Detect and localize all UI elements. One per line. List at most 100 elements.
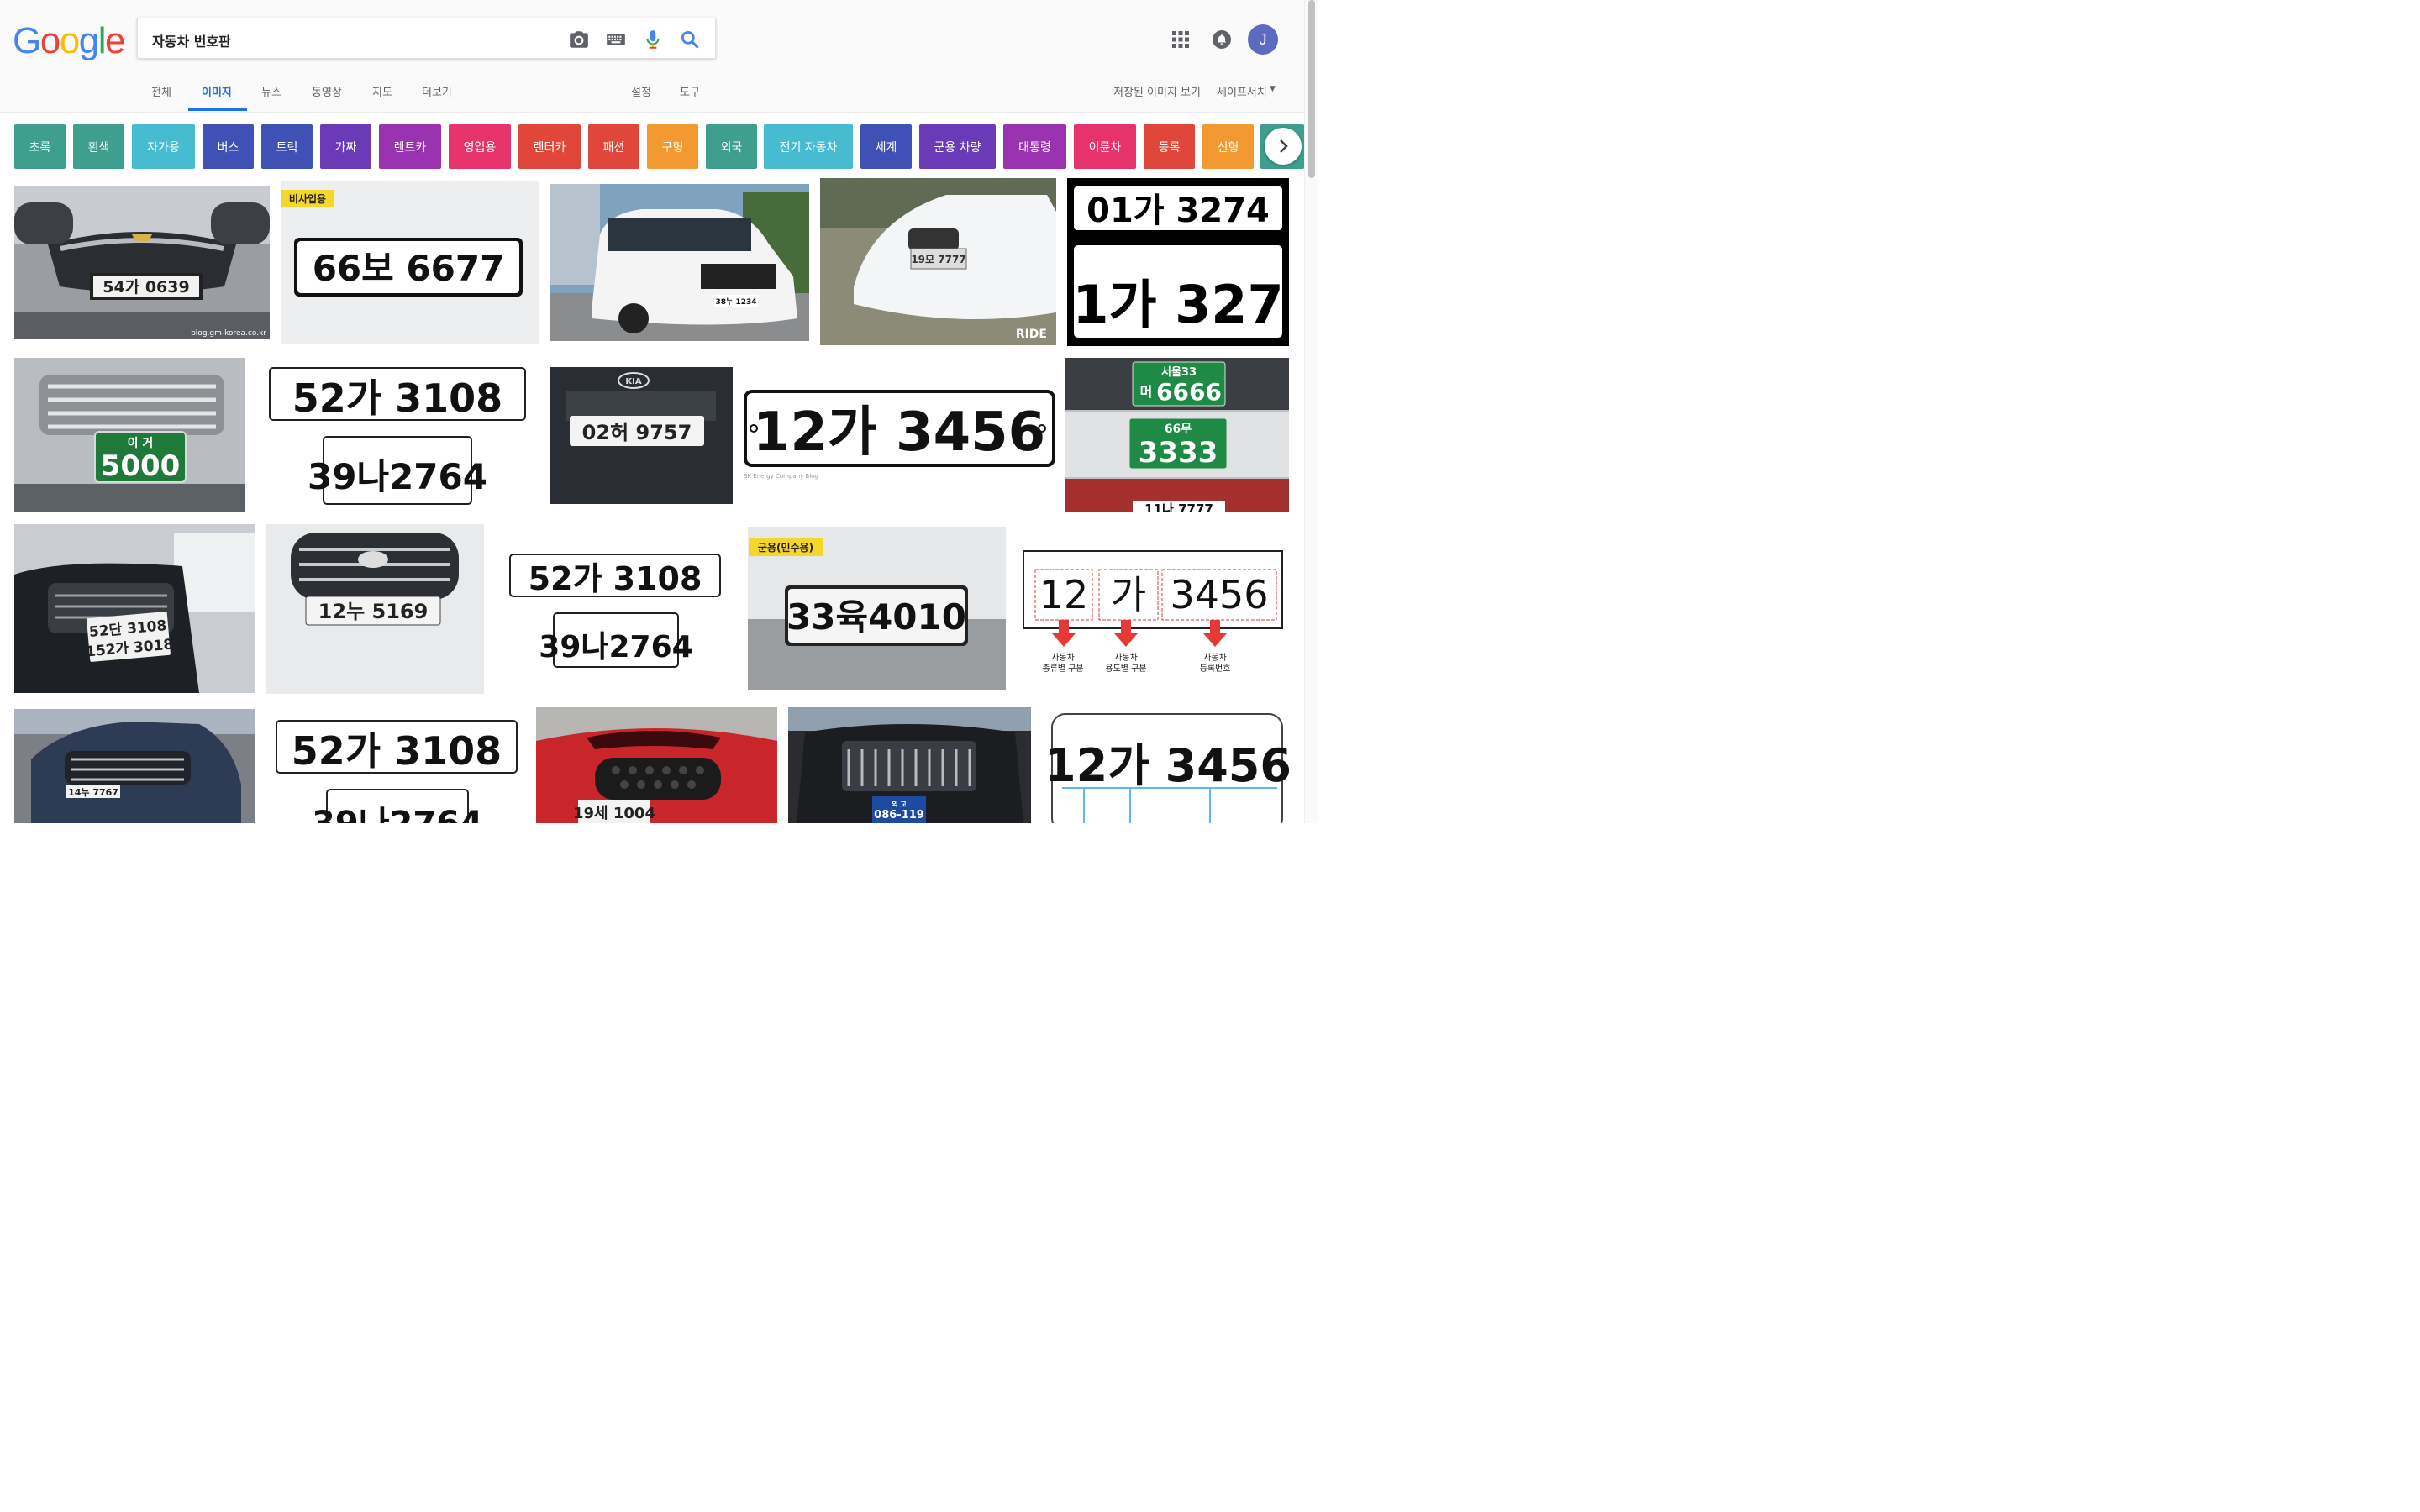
account-avatar[interactable]: J xyxy=(1248,24,1278,55)
tab-all[interactable]: 전체 xyxy=(151,83,171,99)
result-thumbnail: 54가 0639 blog.gm-korea.co.kr xyxy=(14,186,270,339)
chip-13[interactable]: 세계 xyxy=(860,124,912,169)
chips-next-button[interactable] xyxy=(1265,128,1302,165)
page-scrollbar[interactable] xyxy=(1304,0,1318,823)
image-result[interactable]: 38누 1234 xyxy=(550,184,809,341)
plate-text: 3333 xyxy=(1139,436,1218,470)
plate-text: 52가 3108 xyxy=(292,728,502,774)
chevron-right-icon xyxy=(1280,139,1288,153)
chip-10[interactable]: 구형 xyxy=(647,124,698,169)
image-result[interactable]: 52단 3108 152가 3018 xyxy=(14,524,255,693)
image-result[interactable]: 이 거 5000 xyxy=(14,358,245,512)
chip-label: 신형 xyxy=(1217,140,1239,155)
chip-label: 버스 xyxy=(217,140,239,155)
tab-more[interactable]: 더보기 xyxy=(422,83,452,99)
keyboard-icon[interactable] xyxy=(605,29,627,50)
tab-images[interactable]: 이미지 xyxy=(202,83,232,99)
apps-grid-icon[interactable] xyxy=(1171,30,1190,49)
plate-text: 머 xyxy=(1140,384,1153,400)
result-thumbnail: 12누 5169 xyxy=(266,524,484,694)
chip-0[interactable]: 초록 xyxy=(14,124,66,169)
image-result[interactable]: 12가 3456 xyxy=(1042,707,1289,823)
chip-17[interactable]: 등록 xyxy=(1144,124,1195,169)
result-thumbnail: 19모 7777 RIDE xyxy=(820,178,1056,345)
chip-14[interactable]: 군용 차량 xyxy=(919,124,996,169)
image-result[interactable]: 비사업용 66보 6677 xyxy=(281,181,539,344)
chip-label: 구형 xyxy=(661,140,684,155)
scrollbar-thumb[interactable] xyxy=(1308,0,1315,178)
result-thumbnail: 01가 3274 01가 3274 xyxy=(1067,178,1289,346)
brand-logo: KIA xyxy=(625,377,641,386)
chip-label: 흰색 xyxy=(87,140,110,155)
plate-text: 39나2764 xyxy=(539,630,692,664)
dropdown-arrow-icon[interactable]: ▼ xyxy=(1270,85,1276,93)
chip-6[interactable]: 렌트카 xyxy=(379,124,441,169)
safesearch-dropdown[interactable]: 세이프서치 xyxy=(1217,83,1267,99)
image-result[interactable]: 14누 7767 xyxy=(14,709,255,823)
result-thumbnail: 외 교 086-119 xyxy=(788,707,1031,823)
plate-text: 01가 3274 xyxy=(1067,274,1289,335)
chip-4[interactable]: 트럭 xyxy=(261,124,313,169)
chip-9[interactable]: 패션 xyxy=(588,124,639,169)
tab-news[interactable]: 뉴스 xyxy=(261,83,281,99)
chip-16[interactable]: 이륜차 xyxy=(1074,124,1136,169)
badge-text: 군용(민수용) xyxy=(758,541,813,554)
search-input[interactable]: 자동차 번호판 xyxy=(152,30,231,50)
image-result[interactable]: 01가 3274 01가 3274 xyxy=(1067,178,1289,346)
tab-videos[interactable]: 동영상 xyxy=(312,83,342,99)
image-result[interactable]: 19세 1004 xyxy=(536,707,777,823)
image-result[interactable]: 54가 0639 blog.gm-korea.co.kr xyxy=(14,186,270,339)
microphone-icon[interactable] xyxy=(642,29,664,50)
image-result[interactable]: 12 가 3456 자동차 종류별 구분 자동차 용도별 구분 자동차 등록번호 xyxy=(1017,541,1289,684)
image-result[interactable]: 12누 5169 xyxy=(266,524,484,694)
saved-images-link[interactable]: 저장된 이미지 보기 xyxy=(1113,83,1201,99)
camera-icon[interactable] xyxy=(568,29,590,50)
plate-text: 52가 3108 xyxy=(529,560,702,597)
search-box[interactable]: 자동차 번호판 xyxy=(137,18,716,59)
image-result[interactable]: 52가 3108 39나2764 xyxy=(256,358,539,512)
chip-18[interactable]: 신형 xyxy=(1202,124,1254,169)
search-icon[interactable] xyxy=(679,29,701,50)
image-result[interactable]: KIA 02허 9757 xyxy=(550,367,733,504)
image-result[interactable]: 52가 3108 39나2764 xyxy=(495,524,737,692)
header: Google 자동차 번호판 J 전체 이미지 뉴스 동영상 지도 더보기 설정… xyxy=(0,0,1318,113)
source-watermark: RIDE xyxy=(1016,328,1047,341)
google-logo[interactable]: Google xyxy=(13,20,125,62)
logo-letter: o xyxy=(39,20,60,61)
notifications-bell-icon[interactable] xyxy=(1212,29,1232,50)
image-result[interactable]: 군용(민수용) 33육4010 xyxy=(748,527,1006,690)
chip-8[interactable]: 렌터카 xyxy=(518,124,581,169)
result-thumbnail: 이 거 5000 xyxy=(14,358,245,512)
image-result[interactable]: 외 교 086-119 xyxy=(788,707,1031,823)
plate-text: 39나2764 xyxy=(312,805,483,823)
tab-tools[interactable]: 도구 xyxy=(680,83,700,99)
chip-label: 트럭 xyxy=(276,140,298,155)
image-result[interactable]: 서울33 머 6666 66무 3333 11나 7777 xyxy=(1065,358,1289,512)
chip-label: 초록 xyxy=(29,140,51,155)
chip-2[interactable]: 자가용 xyxy=(132,124,195,169)
chip-5[interactable]: 가짜 xyxy=(320,124,371,169)
image-result[interactable]: 52가 3108 39나2764 xyxy=(266,709,525,823)
chip-3[interactable]: 버스 xyxy=(203,124,254,169)
related-search-chips: 초록 흰색 자가용 버스 트럭 가짜 렌트카 영업용 렌터카 패션 구형 외국 … xyxy=(0,123,1304,170)
chip-label: 등록 xyxy=(1158,140,1181,155)
chip-12[interactable]: 전기 자동차 xyxy=(764,124,853,169)
svg-text:자동차: 자동차 xyxy=(1114,653,1138,663)
plate-text: 14누 7767 xyxy=(68,787,118,798)
chip-7[interactable]: 영업용 xyxy=(449,124,511,169)
image-result[interactable]: 19모 7777 RIDE xyxy=(820,178,1056,345)
result-thumbnail: 52가 3108 39나2764 xyxy=(256,358,539,512)
image-result[interactable]: 12가 3456 SK Energy Company Blog xyxy=(744,358,1055,512)
plate-text: 39나2764 xyxy=(308,456,487,497)
logo-letter: o xyxy=(59,20,80,61)
chip-11[interactable]: 외국 xyxy=(706,124,757,169)
chip-1[interactable]: 흰색 xyxy=(73,124,124,169)
source-watermark: SK Energy Company Blog xyxy=(744,473,818,480)
chip-15[interactable]: 대통령 xyxy=(1003,124,1066,169)
result-thumbnail: 12 가 3456 자동차 종류별 구분 자동차 용도별 구분 자동차 등록번호 xyxy=(1017,541,1289,684)
tab-settings[interactable]: 설정 xyxy=(631,83,651,99)
tab-maps[interactable]: 지도 xyxy=(372,83,392,99)
plate-text: 6666 xyxy=(1156,378,1222,406)
result-thumbnail: 52가 3108 39나2764 xyxy=(495,524,737,692)
svg-text:종류별 구분: 종류별 구분 xyxy=(1042,664,1083,674)
